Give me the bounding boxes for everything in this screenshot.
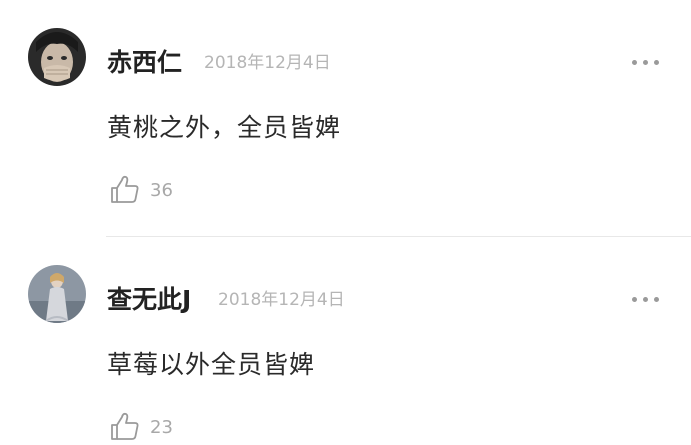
thumbs-up-icon[interactable] xyxy=(110,174,140,204)
like-count: 36 xyxy=(150,180,173,201)
comment-text: 草莓以外全员皆婢 xyxy=(107,350,316,379)
more-icon[interactable] xyxy=(632,295,662,305)
comment-text: 黄桃之外，全员皆婢 xyxy=(107,113,342,142)
more-icon[interactable] xyxy=(632,58,662,68)
avatar[interactable] xyxy=(28,265,86,323)
comment-item: 赤西仁 2018年12月4日 黄桃之外，全员皆婢 36 xyxy=(0,0,691,236)
username[interactable]: 赤西仁 xyxy=(107,48,182,78)
username[interactable]: 查无此J xyxy=(107,285,191,315)
like-count: 23 xyxy=(150,417,173,438)
avatar[interactable] xyxy=(28,28,86,86)
comment-date: 2018年12月4日 xyxy=(204,53,331,73)
comment-item: 查无此J 2018年12月4日 草莓以外全员皆婢 23 xyxy=(0,237,691,445)
comment-date: 2018年12月4日 xyxy=(218,290,345,310)
thumbs-up-icon[interactable] xyxy=(110,411,140,441)
